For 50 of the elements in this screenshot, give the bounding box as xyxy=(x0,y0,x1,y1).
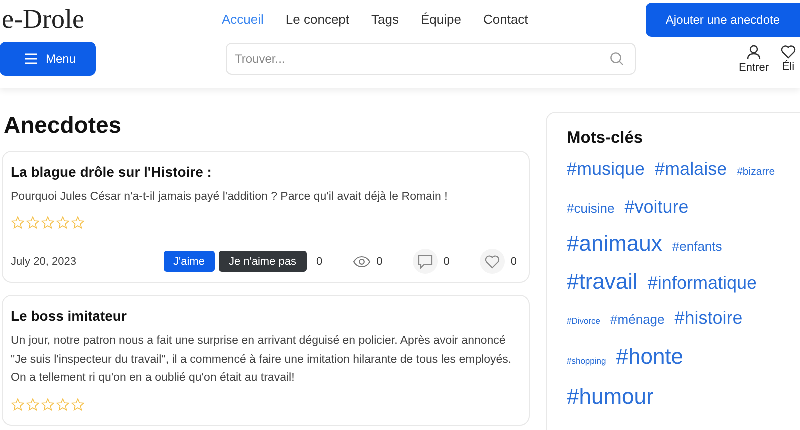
tag-link[interactable]: #ménage xyxy=(610,302,665,337)
favorite-button[interactable] xyxy=(480,249,505,274)
speech-bubble-icon xyxy=(418,254,433,269)
tags-title: Mots-clés xyxy=(567,129,644,148)
comment-button[interactable] xyxy=(412,249,438,274)
anecdote-title[interactable]: Le boss imitateur xyxy=(11,308,517,324)
post-date: July 20, 2023 xyxy=(11,256,78,268)
tag-link[interactable]: #voiture xyxy=(624,190,689,225)
vote-count: 0 xyxy=(316,256,323,268)
dislike-button[interactable]: Je n'aime pas xyxy=(218,251,306,272)
tag-link[interactable]: #informatique xyxy=(648,266,757,301)
nav-link[interactable]: Contact xyxy=(483,12,528,26)
anecdote-text: Pourquoi Jules César n'a-t-il jamais payé l'addition ? Parce qu'il avait déjà le Romain ! xyxy=(11,190,449,205)
tag-link[interactable]: #enfants xyxy=(672,229,722,264)
star-rating[interactable] xyxy=(11,216,85,230)
menu-icon xyxy=(24,53,38,65)
tag-link[interactable]: #Divorce xyxy=(567,304,601,339)
tag-link[interactable]: #shopping xyxy=(567,344,606,379)
tag-link[interactable]: #animaux xyxy=(567,226,662,261)
menu-button[interactable]: Menu xyxy=(0,42,96,76)
add-anecdote-button[interactable]: Ajouter une anecdote xyxy=(646,2,800,36)
nav-link[interactable]: Équipe xyxy=(421,12,462,26)
star-rating[interactable] xyxy=(11,398,85,412)
eye-icon xyxy=(352,256,371,268)
tag-link[interactable]: #cuisine xyxy=(567,191,615,226)
tag-link[interactable]: #malaise xyxy=(655,152,728,187)
tag-link[interactable]: #travail xyxy=(567,264,638,299)
search-field[interactable]: Trouver... xyxy=(226,43,636,75)
tag-link[interactable]: #honte xyxy=(616,339,684,374)
nav-link[interactable]: Tags xyxy=(372,12,399,26)
comment-count: 0 xyxy=(444,256,450,268)
heart-icon xyxy=(484,254,500,269)
search-icon xyxy=(610,52,624,66)
anecdote-text: Un jour, notre patron nous a fait une surprise en arrivant déguisé en policier. Après avoir annoncé "Je suis l'inspecteur du travail", il a commencé à faire une imitation hilarante de tous les employés. On a tellement ri qu'on en a oublié qu'on était au travail! xyxy=(11,334,513,386)
anecdote-title[interactable]: La blague drôle sur l'Histoire : xyxy=(11,164,517,180)
page-title: Anecdotes xyxy=(4,112,123,139)
nav-link[interactable]: Le concept xyxy=(286,12,350,26)
tag-link[interactable]: #musique xyxy=(567,152,646,187)
view-count: 0 xyxy=(376,256,383,268)
heart-icon xyxy=(781,44,796,58)
favorite-count: 0 xyxy=(510,256,517,268)
login-button[interactable]: Entrer xyxy=(739,44,769,74)
site-logo[interactable]: e-Drole xyxy=(2,4,202,34)
tag-link[interactable]: #bizarre xyxy=(737,155,776,190)
favorites-button[interactable]: Éli xyxy=(781,44,796,74)
like-button[interactable]: J'aime xyxy=(164,251,215,272)
nav-link[interactable]: Accueil xyxy=(222,12,264,26)
tag-link[interactable]: #humour xyxy=(567,379,654,414)
tag-link[interactable]: #histoire xyxy=(674,301,743,336)
user-icon xyxy=(747,44,762,60)
